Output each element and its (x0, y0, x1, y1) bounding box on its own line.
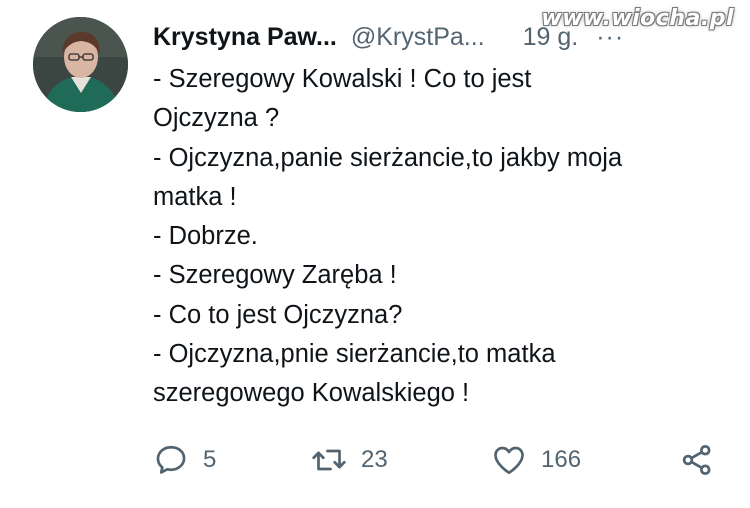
tweet-text: - Szeregowy Kowalski ! Co to jest Ojczyz… (153, 60, 733, 414)
reply-count: 5 (203, 446, 217, 473)
tweet-line: - Ojczyzna,pnie sierżancie,to matka (153, 340, 556, 369)
display-name[interactable]: Krystyna Paw... (153, 23, 337, 52)
tweet-line: Ojczyzna ? (153, 104, 280, 133)
action-bar: 5 23 166 (153, 440, 720, 480)
profile-photo (33, 17, 128, 112)
like-button[interactable]: 166 (491, 440, 581, 480)
reply-button[interactable]: 5 (153, 440, 216, 480)
tweet-line: - Dobrze. (153, 222, 258, 251)
tweet-line: - Szeregowy Zaręba ! (153, 261, 397, 290)
tweet-line: - Co to jest Ojczyzna? (153, 300, 403, 329)
retweet-icon (312, 449, 346, 471)
heart-icon (494, 446, 524, 475)
retweet-count: 23 (361, 446, 388, 473)
share-icon (682, 445, 711, 475)
share-button[interactable] (679, 440, 715, 480)
tweet-line: szeregowego Kowalskiego ! (153, 379, 470, 408)
tweet-line: - Ojczyzna,panie sierżancie,to jakby moj… (153, 143, 623, 172)
tweet-line: - Szeregowy Kowalski ! Co to jest (153, 65, 532, 93)
like-count: 166 (541, 446, 582, 473)
avatar[interactable] (33, 17, 128, 112)
reply-icon (156, 445, 186, 474)
user-handle[interactable]: @KrystPa... (351, 23, 485, 52)
retweet-button[interactable]: 23 (311, 440, 388, 480)
tweet-line: matka ! (153, 182, 237, 211)
watermark: www.wiocha.pl (541, 6, 734, 31)
